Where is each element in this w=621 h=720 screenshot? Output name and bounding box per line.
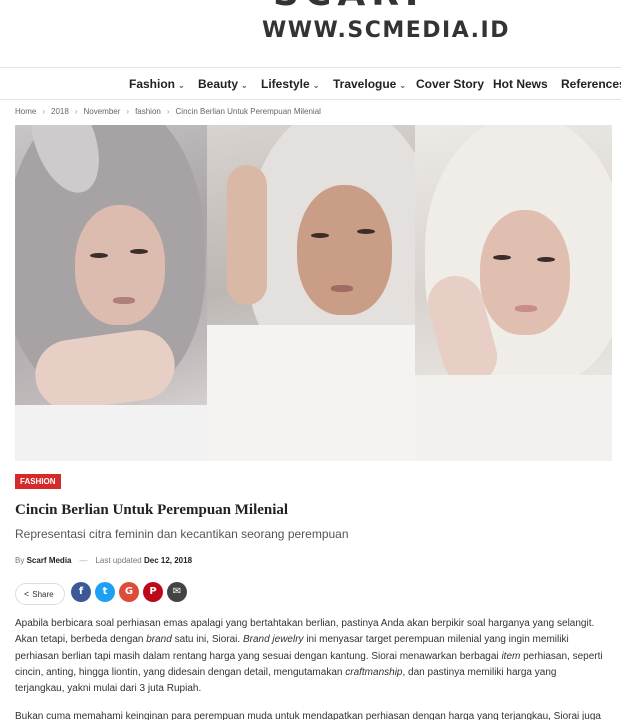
article-paragraph: Bukan cuma memahami keinginan para perem… bbox=[15, 711, 601, 720]
main-nav: Fashion ⌄ Beauty ⌄ Lifestyle ⌄ Travelogue ⌄ … bbox=[0, 67, 621, 100]
updated-date: Dec 12, 2018 bbox=[143, 556, 193, 565]
lip-shape bbox=[331, 285, 353, 292]
chevron-down-icon: ⌄ bbox=[399, 81, 407, 90]
meta-separator: — bbox=[79, 556, 88, 565]
site-header: SCARF WWW.SCMEDIA.ID bbox=[0, 0, 621, 67]
facebook-share-button[interactable]: f bbox=[71, 582, 91, 602]
eye-shape bbox=[537, 257, 555, 262]
hand-shape bbox=[227, 165, 267, 305]
photo-panel-right bbox=[415, 125, 612, 461]
article-meta: By Scarf Media — Last updated Dec 12, 2018 bbox=[15, 556, 192, 565]
nav-label: Lifestyle bbox=[261, 77, 310, 91]
site-url[interactable]: WWW.SCMEDIA.ID bbox=[262, 18, 510, 43]
article-title: Cincin Berlian Untuk Perempuan Milenial bbox=[15, 502, 289, 518]
nav-item-fashion[interactable]: Fashion ⌄ bbox=[129, 77, 185, 91]
face-shape bbox=[480, 210, 570, 335]
author-link[interactable]: Scarf Media bbox=[27, 556, 72, 565]
nav-item-references[interactable]: References bbox=[561, 77, 621, 91]
chevron-down-icon: ⌄ bbox=[312, 81, 320, 90]
lip-shape bbox=[515, 305, 537, 312]
updated-label: Last updated bbox=[95, 556, 142, 565]
nav-label: Fashion bbox=[129, 77, 176, 91]
facebook-icon: f bbox=[78, 586, 84, 597]
eye-shape bbox=[311, 233, 329, 238]
text-run-italic: brand bbox=[146, 634, 172, 646]
twitter-icon: t bbox=[102, 586, 108, 597]
clothing-shape bbox=[415, 375, 612, 461]
article-paragraph: Apabila berbicara soal perhiasan emas ap… bbox=[15, 616, 607, 697]
eye-shape bbox=[357, 229, 375, 234]
photo-panel-left bbox=[15, 125, 207, 461]
nav-item-hot-news[interactable]: Hot News bbox=[493, 77, 548, 91]
breadcrumb-separator: › bbox=[166, 107, 170, 116]
clothing-shape bbox=[207, 325, 415, 461]
share-button[interactable]: < Share bbox=[15, 583, 65, 605]
nav-item-lifestyle[interactable]: Lifestyle ⌄ bbox=[261, 77, 319, 91]
photo-panel-middle bbox=[207, 125, 415, 461]
eye-shape bbox=[130, 249, 148, 254]
chevron-down-icon: ⌄ bbox=[178, 81, 185, 90]
breadcrumb-separator: › bbox=[126, 107, 130, 116]
eye-shape bbox=[493, 255, 511, 260]
clothing-shape bbox=[15, 405, 207, 461]
nav-label: Travelogue bbox=[333, 77, 397, 91]
share-label: Share bbox=[32, 590, 54, 599]
twitter-share-button[interactable]: t bbox=[95, 582, 115, 602]
nav-item-cover-story[interactable]: Cover Story bbox=[416, 77, 484, 91]
text-run-italic: Brand jewelry bbox=[242, 634, 304, 646]
pinterest-icon: P bbox=[149, 586, 157, 597]
breadcrumb-month[interactable]: November bbox=[83, 107, 120, 116]
google-plus-share-button[interactable]: G bbox=[119, 582, 139, 602]
nav-label: Beauty bbox=[198, 77, 239, 91]
face-shape bbox=[75, 205, 165, 325]
google-plus-icon: G bbox=[124, 586, 134, 597]
nav-item-beauty[interactable]: Beauty ⌄ bbox=[198, 77, 248, 91]
category-badge[interactable]: FASHION bbox=[15, 474, 61, 489]
share-icon: < bbox=[24, 589, 30, 599]
email-share-button[interactable]: ✉ bbox=[167, 582, 187, 602]
breadcrumb-category[interactable]: fashion bbox=[135, 107, 161, 116]
breadcrumb-year[interactable]: 2018 bbox=[51, 107, 69, 116]
pinterest-share-button[interactable]: P bbox=[143, 582, 163, 602]
breadcrumb-current: Cincin Berlian Untuk Perempuan Milenial bbox=[175, 107, 321, 116]
by-label: By bbox=[15, 556, 25, 565]
text-run-italic: item bbox=[501, 650, 521, 662]
site-logo[interactable]: SCARF bbox=[273, 0, 436, 14]
breadcrumb-home[interactable]: Home bbox=[15, 107, 36, 116]
nav-item-travelogue[interactable]: Travelogue ⌄ bbox=[333, 77, 406, 91]
breadcrumb: Home › 2018 › November › fashion › Cincin Berlia… bbox=[15, 107, 321, 116]
lip-shape bbox=[113, 297, 135, 304]
breadcrumb-separator: › bbox=[42, 107, 46, 116]
email-icon: ✉ bbox=[172, 586, 182, 597]
text-run: satu ini, Siorai. bbox=[171, 634, 243, 646]
text-run-italic: craftmanship bbox=[345, 666, 403, 678]
chevron-down-icon: ⌄ bbox=[241, 81, 248, 90]
featured-image[interactable] bbox=[15, 125, 612, 461]
eye-shape bbox=[90, 253, 108, 258]
article-subtitle: Representasi citra feminin dan kecantika… bbox=[15, 527, 349, 541]
breadcrumb-separator: › bbox=[74, 107, 78, 116]
face-shape bbox=[297, 185, 392, 315]
